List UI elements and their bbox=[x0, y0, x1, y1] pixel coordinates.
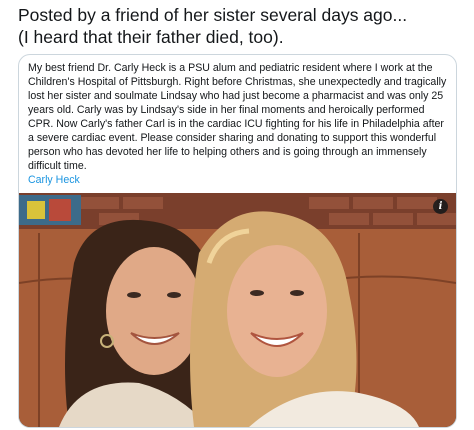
shared-post-text: My best friend Dr. Carly Heck is a PSU a… bbox=[28, 62, 447, 172]
photo-illustration bbox=[19, 193, 456, 427]
tweet-text-line-1: Posted by a friend of her sister several… bbox=[18, 5, 408, 25]
tweet-text-line-2: (I heard that their father died, too). bbox=[18, 27, 284, 47]
left-person-face bbox=[106, 247, 202, 375]
info-icon[interactable]: i bbox=[433, 199, 448, 214]
shared-post-author-link[interactable]: Carly Heck bbox=[28, 173, 452, 187]
shared-post-card[interactable]: My best friend Dr. Carly Heck is a PSU a… bbox=[18, 54, 457, 428]
shared-post-body: My best friend Dr. Carly Heck is a PSU a… bbox=[28, 61, 452, 187]
right-person-face bbox=[227, 245, 327, 377]
tweet-text: Posted by a friend of her sister several… bbox=[18, 4, 458, 48]
post-photo[interactable]: i bbox=[19, 193, 456, 427]
